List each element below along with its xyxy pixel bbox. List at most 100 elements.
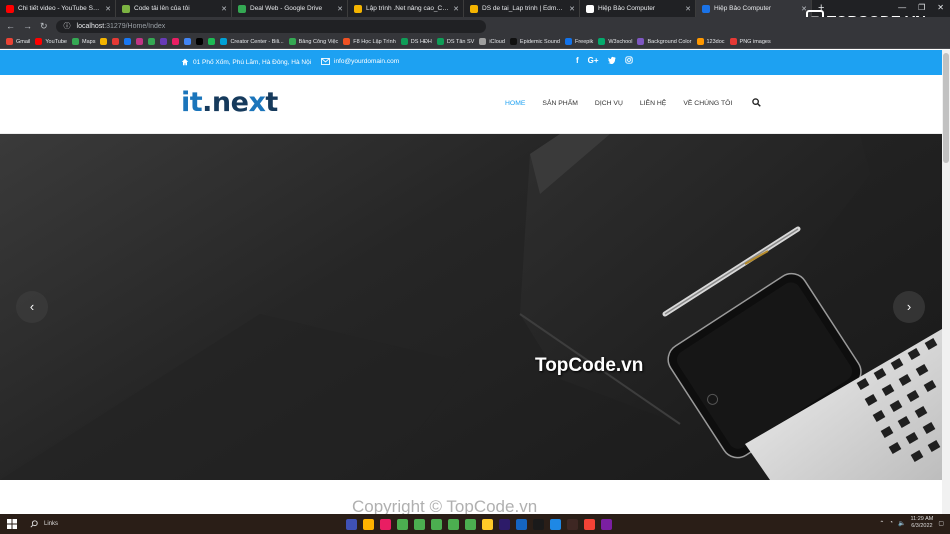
bookmark-item[interactable]	[160, 38, 168, 45]
bookmark-item[interactable]	[208, 38, 216, 45]
taskbar-search[interactable]: Links	[30, 520, 320, 528]
bookmark-item[interactable]: 123doc	[696, 38, 725, 45]
nav-services[interactable]: DỊCH VỤ	[595, 100, 623, 107]
taskbar-app-icon[interactable]	[448, 518, 459, 530]
reload-icon[interactable]: ↻	[40, 21, 48, 32]
nav-products[interactable]: SẢN PHẨM	[542, 100, 578, 107]
bookmark-item[interactable]	[196, 38, 204, 45]
chevron-up-icon[interactable]: ⌃	[879, 520, 884, 527]
browser-tab[interactable]: Deal Web - Google Drive ✕	[232, 0, 348, 17]
nav-contact[interactable]: LIÊN HỆ	[640, 100, 666, 107]
bookmark-item[interactable]: Gmail	[6, 38, 30, 45]
bookmark-item[interactable]: DS Tân SV	[436, 38, 475, 45]
taskbar-app-icon[interactable]	[550, 518, 561, 530]
info-icon[interactable]: ⓘ	[64, 21, 71, 31]
volume-icon[interactable]: 🔈	[898, 520, 905, 527]
url-input[interactable]: ⓘ localhost:31279/Home/Index	[55, 19, 486, 33]
forward-icon[interactable]: →	[23, 21, 32, 31]
tab-close-icon[interactable]: ✕	[453, 5, 459, 13]
site-logo[interactable]: it.next	[181, 87, 278, 118]
tab-close-icon[interactable]: ✕	[105, 5, 111, 13]
bookmark-label: Background Color	[647, 38, 692, 45]
bookmark-item[interactable]: YouTube	[35, 38, 67, 45]
bookmark-favicon-icon	[343, 38, 351, 45]
bookmark-item[interactable]: DS HĐH	[400, 38, 432, 45]
taskbar-search-label: Links	[44, 521, 59, 527]
tab-close-icon[interactable]: ✕	[337, 5, 343, 13]
bookmark-favicon-icon	[729, 38, 737, 45]
bookmark-item[interactable]: Maps	[72, 38, 95, 45]
tab-close-icon[interactable]: ✕	[685, 5, 691, 13]
topbar-email[interactable]: info@yourdomain.com	[321, 58, 399, 65]
hero-image	[0, 134, 942, 480]
taskbar-app-icon[interactable]	[346, 518, 357, 530]
logo-part-1: it	[181, 87, 203, 118]
taskbar-app-icon[interactable]	[465, 518, 476, 530]
bookmark-item[interactable]: Creator Center - Bili...	[220, 38, 284, 45]
browser-tab[interactable]: Code tải lên của tôi ✕	[116, 0, 232, 17]
taskbar-app-icon[interactable]	[584, 518, 595, 530]
bookmark-item[interactable]	[148, 38, 156, 45]
facebook-icon[interactable]: f	[576, 56, 579, 65]
tab-close-icon[interactable]: ✕	[569, 5, 575, 13]
bookmark-item[interactable]: F8 Học Lập Trình	[343, 38, 396, 45]
bookmark-label: Maps	[82, 38, 96, 45]
taskbar-app-icon[interactable]	[516, 518, 527, 530]
bookmark-item[interactable]: Epidemic Sound	[509, 38, 560, 45]
bookmark-label: Epidemic Sound	[519, 38, 560, 45]
browser-tab[interactable]: DS de tai_Lap trinh | Edmodo ✕	[464, 0, 580, 17]
taskbar-app-icon[interactable]	[380, 518, 391, 530]
twitter-icon[interactable]	[607, 56, 616, 64]
taskbar-app-icon[interactable]	[431, 518, 442, 530]
google-plus-icon[interactable]: G+	[588, 56, 599, 65]
carousel-next-button[interactable]: ›	[893, 291, 925, 323]
bookmark-item[interactable]	[100, 38, 108, 45]
tab-close-icon[interactable]: ✕	[221, 5, 227, 13]
bookmark-item[interactable]	[112, 38, 120, 45]
notification-icon[interactable]: ▢	[938, 520, 944, 527]
hero-watermark: TopCode.vn	[535, 355, 644, 376]
bookmark-label: DS Tân SV	[446, 38, 475, 45]
bookmark-item[interactable]	[124, 38, 132, 45]
taskbar-app-icon[interactable]	[397, 518, 408, 530]
nav-home[interactable]: HOME	[505, 100, 525, 107]
taskbar-app-icon[interactable]	[482, 518, 493, 530]
browser-tab[interactable]: Chi tiết video - YouTube Studio ✕	[0, 0, 116, 17]
carousel-prev-button[interactable]: ‹	[16, 291, 48, 323]
nav-about[interactable]: VỀ CHÚNG TÔI	[683, 100, 732, 107]
close-icon[interactable]: ✕	[937, 3, 944, 12]
taskbar-app-icon[interactable]	[363, 518, 374, 530]
bookmark-item[interactable]	[136, 38, 144, 45]
search-icon[interactable]	[752, 98, 761, 107]
back-icon[interactable]: ←	[6, 21, 15, 31]
bookmark-favicon-icon	[479, 38, 487, 45]
bookmark-favicon-icon	[637, 38, 645, 45]
bookmark-item[interactable]: iCloud	[479, 38, 505, 45]
scrollbar-thumb[interactable]	[943, 53, 949, 163]
bookmark-item[interactable]: Freepik	[564, 38, 593, 45]
browser-tab[interactable]: Hiệp Bảo Computer ✕	[696, 0, 812, 17]
page-scrollbar[interactable]	[942, 50, 950, 514]
taskbar-app-icon[interactable]	[567, 518, 578, 530]
bookmark-favicon-icon	[696, 38, 704, 45]
taskbar-app-icon[interactable]	[533, 518, 544, 530]
bookmark-item[interactable]	[172, 38, 180, 45]
taskbar-app-icon[interactable]	[499, 518, 510, 530]
bookmark-label: Gmail	[16, 38, 31, 45]
browser-tab[interactable]: Lập trình .Net nâng cao_CNTT1 ✕	[348, 0, 464, 17]
start-button[interactable]	[0, 519, 24, 529]
bookmark-item[interactable]: W3school	[598, 38, 632, 45]
browser-tab[interactable]: Hiệp Bảo Computer ✕	[580, 0, 696, 17]
bookmark-item[interactable]: Bảng Công Việc	[288, 38, 338, 45]
bookmark-label: F8 Học Lập Trình	[353, 38, 396, 45]
bookmark-item[interactable]	[184, 38, 192, 45]
bookmark-item[interactable]: PNG images	[729, 38, 771, 45]
network-icon[interactable]: ◔	[889, 520, 893, 526]
clock-time: 11:29 AM	[910, 516, 934, 522]
bookmark-item[interactable]: Background Color	[637, 38, 692, 45]
logo-part-2: .ne	[202, 87, 249, 118]
instagram-icon[interactable]	[624, 56, 633, 64]
taskbar-app-icon[interactable]	[414, 518, 425, 530]
clock[interactable]: 11:29 AM 6/3/2022	[910, 516, 933, 530]
taskbar-app-icon[interactable]	[601, 518, 612, 530]
